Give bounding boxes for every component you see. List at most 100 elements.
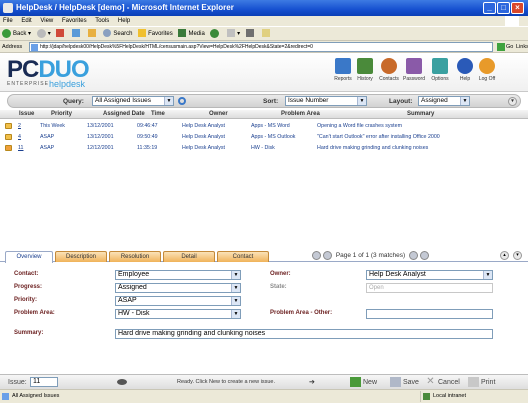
back-arrow-icon: [2, 28, 11, 38]
go-button[interactable]: Go: [497, 42, 513, 52]
arrow-icon: ➔: [309, 379, 315, 386]
table-row[interactable]: 2 This Week 13/12/2001 09:46:47 Help Des…: [0, 121, 528, 131]
last-page-icon[interactable]: [420, 250, 429, 260]
address-url: http://jdap/helpdesk00/HelpDesk%5FHelpDe…: [40, 44, 313, 50]
print-icon: [468, 377, 479, 388]
col-time[interactable]: Time: [151, 110, 165, 119]
tab-description[interactable]: Description: [55, 251, 107, 262]
windows-logo-icon: [505, 16, 519, 26]
layout-select[interactable]: Assigned ▼: [418, 96, 470, 106]
edit-button[interactable]: [261, 27, 272, 41]
close-icon[interactable]: ×: [511, 2, 524, 14]
state-field: Open: [366, 283, 493, 293]
logoff-button[interactable]: Log Off: [475, 58, 499, 82]
menu-edit[interactable]: Edit: [21, 18, 31, 24]
problem-area-other-input[interactable]: [366, 309, 493, 319]
layout-label: Layout:: [389, 98, 413, 105]
issue-list-header: Issue Priority Assigned Date Time Owner …: [0, 110, 528, 119]
col-problem-area[interactable]: Problem Area: [281, 110, 320, 119]
contact-select[interactable]: Employee ▼: [115, 270, 241, 280]
contacts-button[interactable]: Contacts: [377, 58, 401, 82]
tab-contact[interactable]: Contact: [217, 251, 269, 262]
col-issue[interactable]: Issue: [19, 110, 34, 119]
menu-file[interactable]: File: [3, 18, 13, 24]
menu-view[interactable]: View: [40, 18, 53, 24]
problem-area-other-label: Problem Area - Other:: [270, 310, 333, 316]
col-assigned-date[interactable]: Assigned Date: [103, 110, 145, 119]
menu-tools[interactable]: Tools: [95, 18, 109, 24]
tab-overview[interactable]: Overview: [5, 251, 53, 263]
window-title-bar: HelpDesk / HelpDesk [demo] - Microsoft I…: [0, 0, 528, 16]
favorites-button[interactable]: Favorites: [138, 27, 173, 41]
problem-area-label: Problem Area:: [14, 310, 55, 316]
history-button[interactable]: [210, 27, 221, 41]
print-button[interactable]: Print: [468, 375, 495, 390]
stop-icon: [56, 29, 65, 38]
mail-button[interactable]: ▾: [227, 27, 240, 41]
issue-link[interactable]: 4: [18, 132, 21, 142]
print-toolbar-button[interactable]: [245, 27, 256, 41]
first-page-icon[interactable]: [312, 250, 321, 260]
password-button[interactable]: Password: [402, 58, 426, 82]
summary-label: Summary:: [14, 330, 44, 336]
save-button[interactable]: Save: [390, 375, 419, 390]
col-priority[interactable]: Priority: [51, 110, 72, 119]
go-arrow-icon: [497, 42, 505, 51]
options-icon: [432, 58, 448, 74]
home-button[interactable]: [87, 27, 98, 41]
menu-favorites[interactable]: Favorites: [62, 18, 87, 24]
problem-area-select[interactable]: HW - Disk ▼: [115, 309, 241, 319]
owner-select[interactable]: Help Desk Analyst ▼: [366, 270, 493, 280]
table-row[interactable]: 11 ASAP 12/12/2001 11:35:19 Help Desk An…: [0, 143, 528, 153]
chevron-down-icon: ▼: [231, 297, 240, 305]
progress-select[interactable]: Assigned ▼: [115, 283, 241, 293]
expand-icon[interactable]: ▴: [500, 251, 509, 260]
sort-select[interactable]: Issue Number ▼: [285, 96, 367, 106]
collapse-panel-icon[interactable]: ▾: [513, 251, 522, 260]
help-button[interactable]: Help: [453, 58, 477, 82]
menu-help[interactable]: Help: [118, 18, 130, 24]
refresh-query-icon[interactable]: [178, 97, 186, 105]
priority-select[interactable]: ASAP ▼: [115, 296, 241, 306]
table-row[interactable]: 4 ASAP 13/12/2001 09:50:49 Help Desk Ana…: [0, 132, 528, 142]
reports-button[interactable]: Reports: [331, 58, 355, 82]
options-button[interactable]: Options: [428, 58, 452, 82]
owner-label: Owner:: [270, 271, 291, 277]
collapse-icon[interactable]: ▾: [508, 97, 517, 106]
col-owner[interactable]: Owner: [209, 110, 228, 119]
search-button[interactable]: Search: [103, 27, 132, 41]
address-label: Address: [2, 44, 23, 50]
query-select[interactable]: All Assigned Issues ▼: [92, 96, 174, 106]
status-message: Ready. Click New to create a new issue.: [177, 379, 276, 385]
address-input[interactable]: http://jdap/helpdesk00/HelpDesk%5FHelpDe…: [29, 42, 493, 52]
query-bar: Query: All Assigned Issues ▼ Sort: Issue …: [7, 94, 521, 108]
issue-link[interactable]: 11: [18, 143, 24, 153]
minimize-icon[interactable]: _: [483, 2, 496, 14]
forward-button[interactable]: ▾: [36, 27, 51, 41]
search-icon: [103, 29, 112, 38]
security-zone: Local intranet: [420, 391, 526, 402]
summary-input[interactable]: Hard drive making grinding and clunking …: [115, 329, 493, 339]
history-button-header[interactable]: History: [353, 58, 377, 82]
links-button[interactable]: Links: [516, 41, 528, 53]
chevron-down-icon: ▼: [460, 97, 469, 105]
refresh-button[interactable]: [72, 27, 82, 41]
next-page-icon[interactable]: [409, 250, 418, 260]
logoff-icon: [479, 58, 495, 74]
cancel-button[interactable]: ✕ Cancel: [425, 375, 460, 390]
app-header: PCDUO ENTERPRISE helpdesk Reports Histor…: [0, 54, 528, 92]
issue-folder-icon: [5, 134, 12, 140]
tab-detail[interactable]: Detail: [163, 251, 215, 262]
tab-resolution[interactable]: Resolution: [109, 251, 161, 262]
issue-number-input[interactable]: 11: [30, 377, 58, 387]
intranet-icon: [423, 393, 430, 400]
maximize-icon[interactable]: □: [497, 2, 510, 14]
issue-link[interactable]: 2: [18, 121, 21, 131]
stop-button[interactable]: [56, 27, 66, 41]
media-button[interactable]: Media: [178, 27, 205, 41]
prev-page-icon[interactable]: [323, 250, 332, 260]
col-summary[interactable]: Summary: [407, 110, 434, 119]
priority-label: Priority:: [14, 297, 38, 303]
new-button[interactable]: New: [350, 375, 377, 390]
back-button[interactable]: Back ▾: [2, 27, 31, 41]
